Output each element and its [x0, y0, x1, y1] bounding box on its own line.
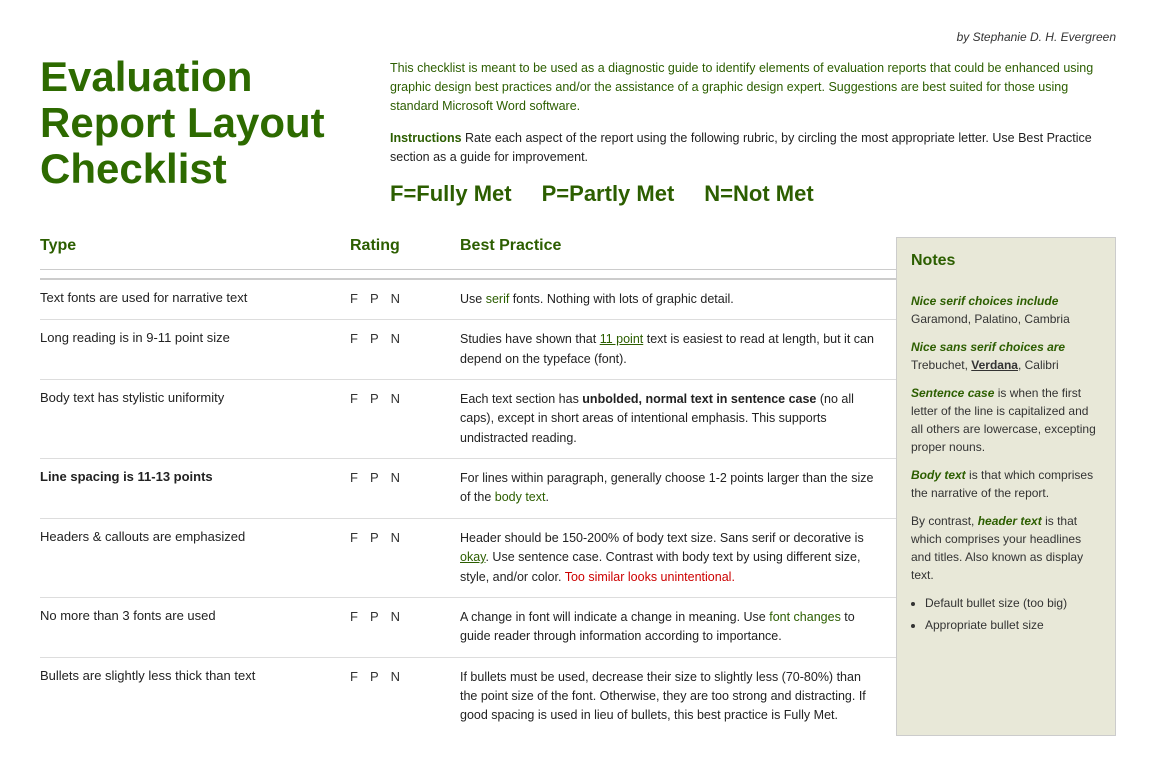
row3-f[interactable]: F — [350, 391, 358, 406]
row4-p[interactable]: P — [370, 470, 379, 485]
table-row: No more than 3 fonts are used F P N A ch… — [40, 598, 896, 658]
row2-n[interactable]: N — [391, 331, 400, 346]
notes-sans-serif: Nice sans serif choices are Trebuchet, V… — [911, 338, 1101, 374]
rubric-legend: F=Fully Met P=Partly Met N=Not Met — [390, 181, 1116, 207]
row4-practice: For lines within paragraph, generally ch… — [460, 469, 896, 508]
table-row: Text fonts are used for narrative text F… — [40, 280, 896, 320]
row3-rating: F P N — [350, 390, 460, 406]
byline: by Stephanie D. H. Evergreen — [40, 30, 1116, 44]
page-title: EvaluationReport LayoutChecklist — [40, 54, 360, 193]
notes-header: Notes — [911, 252, 1101, 284]
row1-n[interactable]: N — [391, 291, 400, 306]
row5-f[interactable]: F — [350, 530, 358, 545]
row2-practice: Studies have shown that 11 point text is… — [460, 330, 896, 369]
notes-serif: Nice serif choices include Garamond, Pal… — [911, 292, 1101, 328]
notes-bullets-list: Default bullet size (too big) Appropriat… — [925, 594, 1101, 634]
instructions-label: Instructions — [390, 131, 462, 145]
row6-practice: A change in font will indicate a change … — [460, 608, 896, 647]
row3-n[interactable]: N — [391, 391, 400, 406]
row7-type: Bullets are slightly less thick than tex… — [40, 668, 350, 683]
row4-type: Line spacing is 11-13 points — [40, 469, 350, 484]
notes-body-text: Body text is that which comprises the na… — [911, 466, 1101, 502]
main-table: Type Rating Best Practice Text fonts are… — [40, 237, 1116, 736]
row3-p[interactable]: P — [370, 391, 379, 406]
row7-f[interactable]: F — [350, 669, 358, 684]
row6-rating: F P N — [350, 608, 460, 624]
header-best-practice: Best Practice — [460, 237, 896, 270]
notes-content: Nice serif choices include Garamond, Pal… — [911, 292, 1101, 634]
row6-p[interactable]: P — [370, 609, 379, 624]
row7-p[interactable]: P — [370, 669, 379, 684]
intro-text: This checklist is meant to be used as a … — [390, 59, 1116, 115]
rubric-not-met: N=Not Met — [704, 181, 813, 207]
row1-type: Text fonts are used for narrative text — [40, 290, 350, 305]
notes-bullet-2: Appropriate bullet size — [925, 616, 1101, 634]
row2-f[interactable]: F — [350, 331, 358, 346]
row1-f[interactable]: F — [350, 291, 358, 306]
row5-rating: F P N — [350, 529, 460, 545]
rubric-partly-met: P=Partly Met — [542, 181, 675, 207]
notes-sentence-case: Sentence case is when the first letter o… — [911, 384, 1101, 456]
title-block: EvaluationReport LayoutChecklist — [40, 54, 360, 207]
row6-type: No more than 3 fonts are used — [40, 608, 350, 623]
notes-header-text: By contrast, header text is that which c… — [911, 512, 1101, 584]
table-row: Bullets are slightly less thick than tex… — [40, 658, 896, 736]
row1-practice: Use serif fonts. Nothing with lots of gr… — [460, 290, 896, 309]
table-row: Body text has stylistic uniformity F P N… — [40, 380, 896, 459]
row7-practice: If bullets must be used, decrease their … — [460, 668, 896, 726]
notes-bullet-1: Default bullet size (too big) — [925, 594, 1101, 612]
table-row: Long reading is in 9-11 point size F P N… — [40, 320, 896, 380]
row1-rating: F P N — [350, 290, 460, 306]
row4-rating: F P N — [350, 469, 460, 485]
row3-type: Body text has stylistic uniformity — [40, 390, 350, 405]
row7-rating: F P N — [350, 668, 460, 684]
row4-f[interactable]: F — [350, 470, 358, 485]
rubric-fully-met: F=Fully Met — [390, 181, 512, 207]
description-block: This checklist is meant to be used as a … — [390, 54, 1116, 207]
header-rating: Rating — [350, 237, 460, 270]
row5-p[interactable]: P — [370, 530, 379, 545]
row2-rating: F P N — [350, 330, 460, 346]
row3-practice: Each text section has unbolded, normal t… — [460, 390, 896, 448]
row2-p[interactable]: P — [370, 331, 379, 346]
row6-n[interactable]: N — [391, 609, 400, 624]
row4-n[interactable]: N — [391, 470, 400, 485]
notes-column: Notes Nice serif choices include Garamon… — [896, 237, 1116, 736]
table-row: Line spacing is 11-13 points F P N For l… — [40, 459, 896, 519]
row5-type: Headers & callouts are emphasized — [40, 529, 350, 544]
table-header-row: Type Rating Best Practice — [40, 237, 896, 280]
header-type: Type — [40, 237, 350, 270]
instructions-text: Instructions Rate each aspect of the rep… — [390, 129, 1116, 167]
row7-n[interactable]: N — [391, 669, 400, 684]
row1-p[interactable]: P — [370, 291, 379, 306]
row6-f[interactable]: F — [350, 609, 358, 624]
row5-practice: Header should be 150-200% of body text s… — [460, 529, 896, 587]
row5-n[interactable]: N — [391, 530, 400, 545]
row2-type: Long reading is in 9-11 point size — [40, 330, 350, 345]
table-row: Headers & callouts are emphasized F P N … — [40, 519, 896, 598]
